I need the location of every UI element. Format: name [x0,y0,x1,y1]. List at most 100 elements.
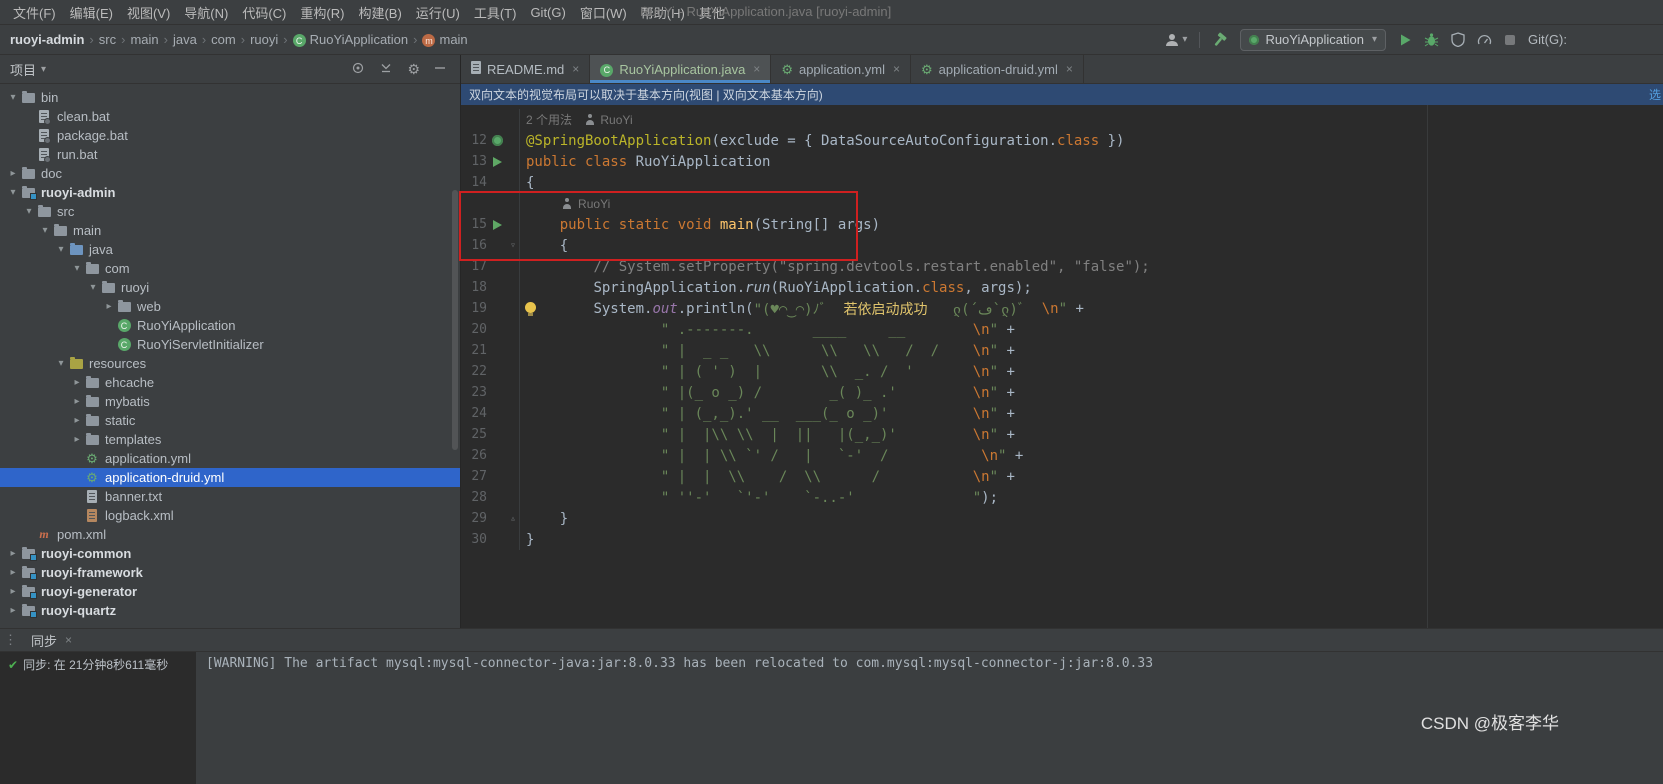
debug-button[interactable] [1424,32,1439,47]
run-gutter-icon[interactable] [487,219,507,230]
code-line-25[interactable]: 25 " | |\\ \\ | || |(_,_)' \n " + [461,424,1663,445]
code-line-19[interactable]: 19 System. out .println("(♥◠‿◠)ﾉﾞ 若依启动成功 ლ… [461,298,1663,319]
breadcrumb-item-main[interactable]: m main [422,32,468,48]
chevron-open-icon[interactable]: ▾ [6,187,20,198]
code-text[interactable]: public class RuoYiApplication [519,151,1663,172]
breadcrumb-item-ruoyi-admin[interactable]: ruoyi-admin [10,32,84,47]
scrollbar[interactable] [452,190,458,450]
chevron-open-icon[interactable]: ▾ [70,263,84,274]
chevron-open-icon[interactable]: ▾ [54,244,68,255]
menubar-item-1[interactable]: 编辑(E) [63,3,120,22]
code-editor[interactable]: 2 个用法 RuoYi 12 @SpringBootApplication (excl… [461,105,1663,628]
tree-item-RuoYiApplication[interactable]: C RuoYiApplication [0,316,460,335]
tree-item-package.bat[interactable]: package.bat [0,126,460,145]
code-line-22[interactable]: 22 " | ( ' ) | \\ _. / ' \n " + [461,361,1663,382]
coverage-button[interactable] [1451,32,1465,47]
chevron-open-icon[interactable]: ▾ [86,282,100,293]
chevron-open-icon[interactable]: ▾ [38,225,52,236]
menubar-item-10[interactable]: 窗口(W) [573,3,634,22]
collaboration-icon[interactable]: ▾ [1164,32,1187,48]
locate-file-icon[interactable] [351,61,365,78]
tree-item-logback.xml[interactable]: logback.xml [0,506,460,525]
tree-item-application.yml[interactable]: ⚙ application.yml [0,449,460,468]
tree-item-java[interactable]: ▾ java [0,240,460,259]
menubar-item-4[interactable]: 代码(C) [235,3,293,22]
chevron-closed-icon[interactable]: ▸ [6,605,20,616]
tree-item-ruoyi-quartz[interactable]: ▸ ruoyi-quartz [0,601,460,620]
menubar-item-3[interactable]: 导航(N) [177,3,235,22]
chevron-closed-icon[interactable]: ▸ [70,396,84,407]
code-line-17[interactable]: 17 // System.setProperty("spring.devtool… [461,256,1663,277]
git-label[interactable]: Git(G): [1528,32,1567,47]
code-text[interactable]: " | | \\ / \\ / \n " + [519,466,1663,487]
tree-item-bin[interactable]: ▾ bin [0,88,460,107]
chevron-closed-icon[interactable]: ▸ [70,377,84,388]
tree-item-com[interactable]: ▾ com [0,259,460,278]
breadcrumb-item-ruoyi[interactable]: ruoyi [250,32,278,47]
tool-window-grip-icon[interactable]: ⋮ [4,632,17,648]
close-icon[interactable]: × [1066,62,1073,76]
chevron-closed-icon[interactable]: ▸ [6,567,20,578]
code-text[interactable]: SpringApplication. run (RuoYiApplication. c… [519,277,1663,298]
tree-item-web[interactable]: ▸ web [0,297,460,316]
fold-up-icon[interactable]: ▵ [507,513,519,524]
code-text[interactable]: " | (_,_).' __ ___(_ o _)' \n " + [519,403,1663,424]
code-text[interactable]: " | _ _ \\ \\ \\ / / \n " + [519,340,1663,361]
tree-item-ruoyi-generator[interactable]: ▸ ruoyi-generator [0,582,460,601]
tree-item-run.bat[interactable]: run.bat [0,145,460,164]
tree-item-application-druid.yml[interactable]: ⚙ application-druid.yml [0,468,460,487]
tree-item-pom.xml[interactable]: m pom.xml [0,525,460,544]
tab-RuoYiApplication.java[interactable]: C RuoYiApplication.java × [590,55,772,83]
menubar-item-6[interactable]: 构建(B) [351,3,408,22]
tab-application-druid.yml[interactable]: ⚙ application-druid.yml × [911,55,1084,83]
chevron-closed-icon[interactable]: ▸ [6,548,20,559]
code-text[interactable]: // System.setProperty("spring.devtools.r… [519,256,1663,277]
chevron-open-icon[interactable]: ▾ [54,358,68,369]
chevron-closed-icon[interactable]: ▸ [6,168,20,179]
code-line-24[interactable]: 24 " | (_,_).' __ ___(_ o _)' \n " + [461,403,1663,424]
code-line-13[interactable]: 13 public class RuoYiApplication [461,151,1663,172]
code-line-12[interactable]: 12 @SpringBootApplication (exclude = { Dat… [461,130,1663,151]
chevron-closed-icon[interactable]: ▸ [70,434,84,445]
breadcrumb-item-com[interactable]: com [211,32,236,47]
code-text[interactable]: " |(_ o _) / _( )_ .' \n " + [519,382,1663,403]
tree-item-mybatis[interactable]: ▸ mybatis [0,392,460,411]
chevron-open-icon[interactable]: ▾ [22,206,36,217]
menubar-item-2[interactable]: 视图(V) [120,3,177,22]
tab-sync[interactable]: 同步 × [25,631,78,650]
code-text[interactable]: " | |\\ \\ | || |(_,_)' \n " + [519,424,1663,445]
code-text[interactable]: RuoYi [519,193,1663,214]
profiler-button[interactable] [1477,33,1492,47]
code-text[interactable]: { [519,172,1663,193]
menubar-item-0[interactable]: 文件(F) [6,3,63,22]
code-line-20[interactable]: 20 " .-------. ____ __ \n " + [461,319,1663,340]
breadcrumb-item-RuoYiApplication[interactable]: C RuoYiApplication [292,32,408,48]
tab-README.md[interactable]: README.md × [461,55,591,83]
tree-item-clean.bat[interactable]: clean.bat [0,107,460,126]
chevron-closed-icon[interactable]: ▸ [6,586,20,597]
tree-item-ehcache[interactable]: ▸ ehcache [0,373,460,392]
settings-gear-icon[interactable]: ⚙ [407,62,420,76]
code-line-27[interactable]: 27 " | | \\ / \\ / \n " + [461,466,1663,487]
tree-item-src[interactable]: ▾ src [0,202,460,221]
tree-item-resources[interactable]: ▾ resources [0,354,460,373]
close-icon[interactable]: × [572,62,579,76]
run-config-combo[interactable]: RuoYiApplication ▾ [1240,28,1386,51]
code-text[interactable]: public static void main (String[] args) [519,214,1663,235]
code-text[interactable]: " | ( ' ) | \\ _. / ' \n " + [519,361,1663,382]
hide-panel-icon[interactable] [434,62,446,77]
code-hint-line[interactable]: RuoYi [461,193,1663,214]
menubar-item-8[interactable]: 工具(T) [467,3,524,22]
code-text[interactable]: @SpringBootApplication (exclude = { DataS… [519,130,1663,151]
spring-gutter-icon[interactable] [487,135,507,146]
tree-item-ruoyi[interactable]: ▾ ruoyi [0,278,460,297]
code-line-15[interactable]: 15 public static void main (String[] args… [461,214,1663,235]
tree-item-ruoyi-common[interactable]: ▸ ruoyi-common [0,544,460,563]
chevron-closed-icon[interactable]: ▸ [70,415,84,426]
tree-item-templates[interactable]: ▸ templates [0,430,460,449]
menubar-item-7[interactable]: 运行(U) [409,3,467,22]
run-gutter-icon[interactable] [487,156,507,167]
code-text[interactable]: 2 个用法 RuoYi [519,109,1663,130]
code-line-28[interactable]: 28 " ''-' `'-' `-..-' "); [461,487,1663,508]
close-icon[interactable]: × [893,62,900,76]
